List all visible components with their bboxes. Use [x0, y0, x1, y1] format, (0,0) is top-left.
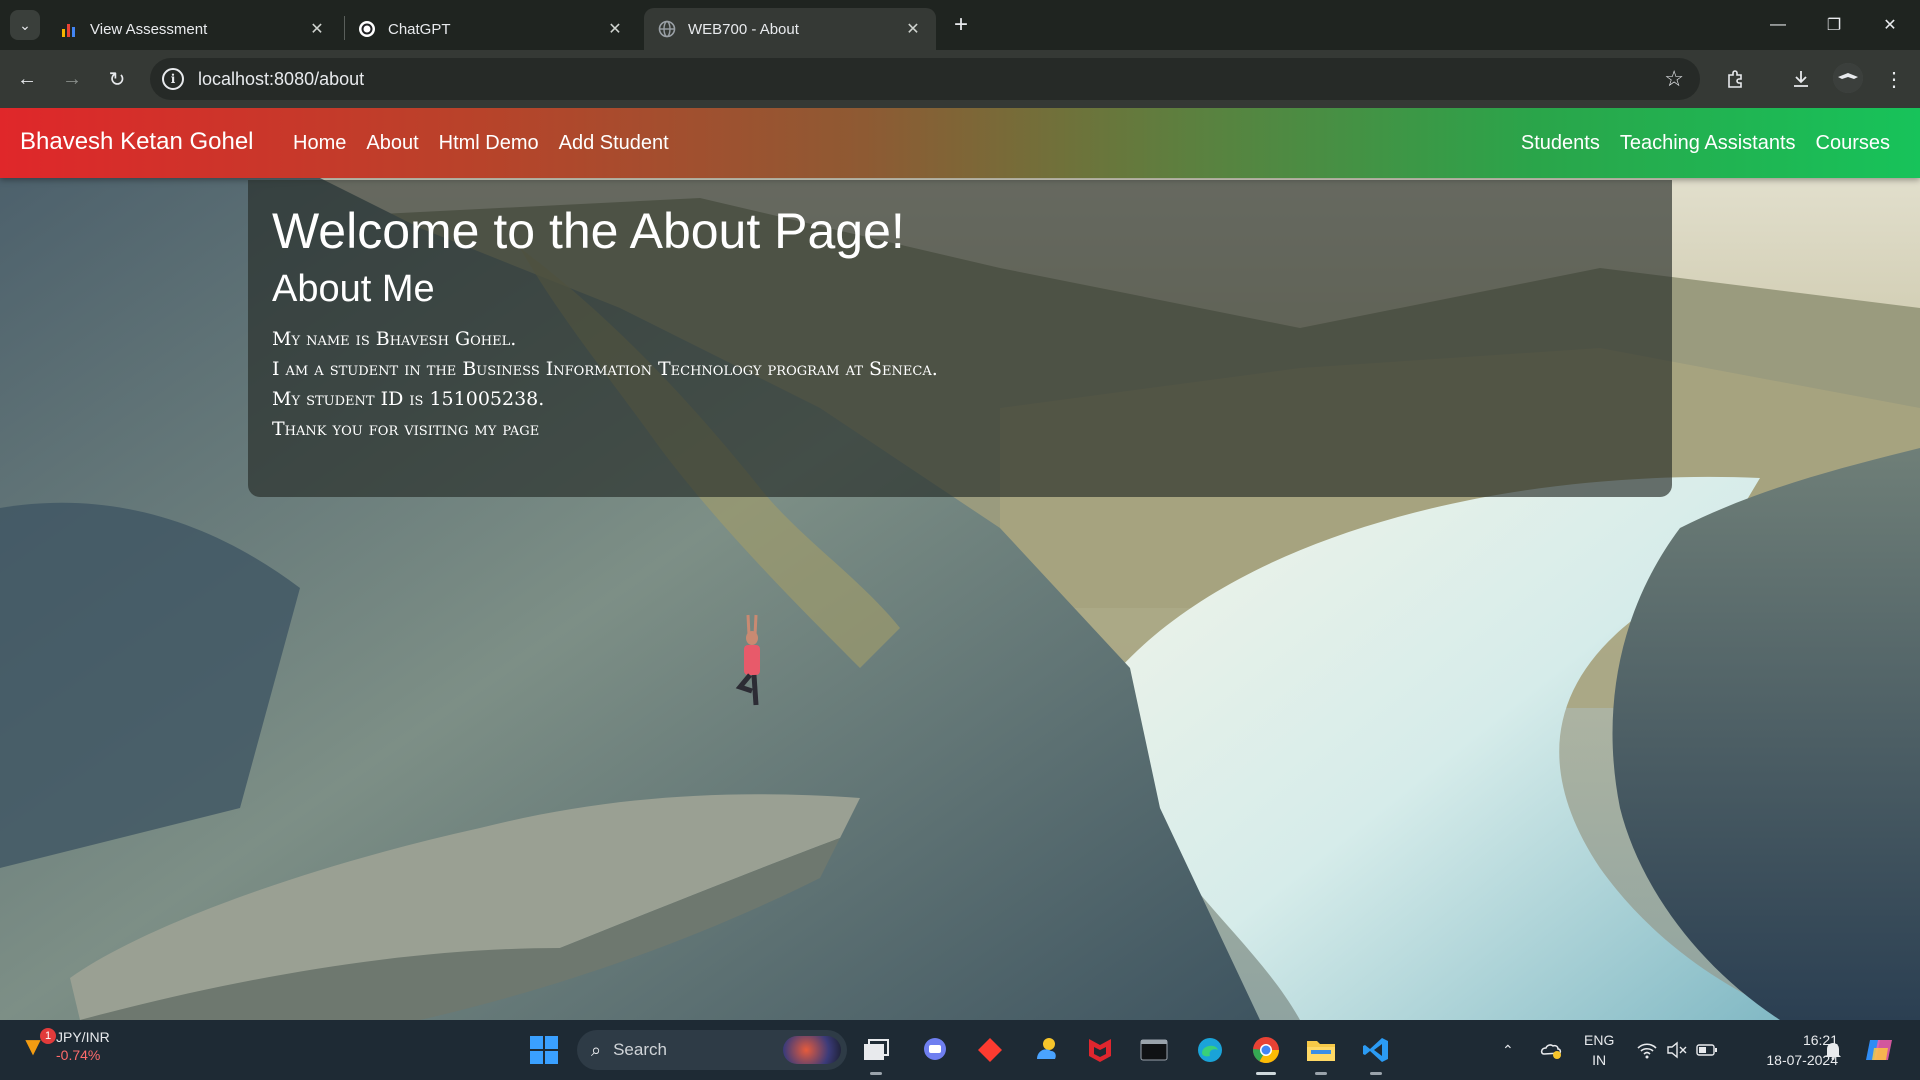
- about-text: My name is Bhavesh Gohel. I am a student…: [272, 324, 1648, 444]
- minimize-button[interactable]: —: [1750, 0, 1806, 50]
- close-window-button[interactable]: ✕: [1862, 0, 1918, 50]
- site-brand[interactable]: Bhavesh Ketan Gohel: [20, 128, 254, 156]
- copilot-icon[interactable]: [1864, 1020, 1894, 1080]
- volume-muted-icon[interactable]: [1666, 1020, 1688, 1080]
- language-indicator[interactable]: ENG IN: [1584, 1030, 1614, 1070]
- search-placeholder: Search: [613, 1040, 667, 1059]
- browser-toolbar: ← → ↻ i localhost:8080/about ☆ ⋮: [0, 50, 1920, 108]
- currency-pair: JPY/INR: [56, 1029, 110, 1045]
- nav-about-link[interactable]: About: [366, 132, 418, 155]
- weather-app-icon[interactable]: [1028, 1032, 1064, 1068]
- tab-search-chevron-icon[interactable]: ⌄: [10, 10, 40, 40]
- tab-view-assessment[interactable]: View Assessment ✕: [46, 8, 340, 50]
- chatgpt-icon: [358, 20, 376, 38]
- close-icon[interactable]: ✕: [308, 20, 326, 38]
- search-icon: ⌕: [591, 1039, 602, 1060]
- tab-title: View Assessment: [90, 20, 208, 38]
- taskbar: ▼ 1 JPY/INR -0.74% ⌕ Search ⌃ ENG IN 16:…: [0, 1020, 1920, 1080]
- new-tab-button[interactable]: +: [948, 11, 974, 38]
- tab-title: ChatGPT: [388, 20, 451, 38]
- nav-teaching-assistants-link[interactable]: Teaching Assistants: [1620, 132, 1796, 155]
- terminal-icon[interactable]: [1136, 1032, 1172, 1068]
- currency-widget[interactable]: ▼ 1 JPY/INR -0.74%: [20, 1028, 110, 1064]
- download-icon[interactable]: [1786, 64, 1816, 94]
- taskbar-search[interactable]: ⌕ Search: [577, 1030, 847, 1070]
- nav-students-link[interactable]: Students: [1521, 132, 1600, 155]
- nav-home-link[interactable]: Home: [293, 132, 346, 155]
- menu-kebab-icon[interactable]: ⋮: [1879, 64, 1909, 94]
- site-navbar: Bhavesh Ketan Gohel Home About Html Demo…: [0, 108, 1920, 178]
- tab-title: WEB700 - About: [688, 20, 799, 38]
- forward-button[interactable]: →: [57, 64, 87, 94]
- currency-change: -0.74%: [56, 1047, 101, 1063]
- mcafee-icon[interactable]: [1082, 1032, 1118, 1068]
- tab-chatgpt[interactable]: ChatGPT ✕: [344, 8, 638, 50]
- vscode-icon[interactable]: [1358, 1032, 1394, 1075]
- tab-strip: ⌄ View Assessment ✕ ChatGPT ✕ WEB700 - A…: [0, 0, 1920, 50]
- close-icon[interactable]: ✕: [904, 20, 922, 38]
- bar-chart-icon: [60, 20, 78, 38]
- edge-browser-icon[interactable]: [1192, 1032, 1228, 1068]
- region-code: IN: [1592, 1052, 1607, 1068]
- close-icon[interactable]: ✕: [606, 20, 624, 38]
- page-title: Welcome to the About Page!: [272, 203, 905, 259]
- onedrive-warning-icon[interactable]: [1540, 1020, 1564, 1080]
- profile-avatar[interactable]: [1833, 63, 1863, 93]
- language-code: ENG: [1584, 1032, 1615, 1048]
- nav-html-demo-link[interactable]: Html Demo: [439, 132, 539, 155]
- nav-right: Students Teaching Assistants Courses: [1521, 132, 1890, 155]
- wifi-icon[interactable]: [1636, 1020, 1658, 1080]
- about-line-thanks: Thank you for visiting my page: [272, 418, 540, 440]
- about-line-name: My name is Bhavesh Gohel.: [272, 328, 517, 350]
- teams-chat-icon[interactable]: [917, 1032, 953, 1068]
- windows-start-icon[interactable]: [530, 1036, 558, 1064]
- nav-left: Home About Html Demo Add Student: [293, 132, 669, 155]
- notification-badge: 1: [40, 1028, 56, 1044]
- file-explorer-icon[interactable]: [1303, 1032, 1339, 1075]
- url-text[interactable]: localhost:8080/about: [198, 69, 364, 90]
- about-panel: Welcome to the About Page! About Me My n…: [248, 180, 1672, 497]
- bookmark-star-icon[interactable]: ☆: [1664, 66, 1684, 92]
- nav-courses-link[interactable]: Courses: [1816, 132, 1890, 155]
- notification-bell-icon[interactable]: [1824, 1020, 1842, 1080]
- tab-web700-about[interactable]: WEB700 - About ✕: [644, 8, 936, 50]
- search-highlight-image: [783, 1036, 841, 1064]
- back-button[interactable]: ←: [12, 64, 42, 94]
- site-info-icon[interactable]: i: [162, 68, 184, 90]
- extensions-icon[interactable]: [1721, 64, 1751, 94]
- task-view-icon[interactable]: [858, 1032, 894, 1075]
- git-client-icon[interactable]: [972, 1032, 1008, 1068]
- page-viewport: Bhavesh Ketan Gohel Home About Html Demo…: [0, 108, 1920, 1020]
- chrome-browser-icon[interactable]: [1248, 1032, 1284, 1075]
- restore-button[interactable]: ❐: [1806, 0, 1862, 50]
- show-hidden-icons-chevron[interactable]: ⌃: [1502, 1020, 1514, 1080]
- nav-add-student-link[interactable]: Add Student: [559, 132, 669, 155]
- about-line-program: I am a student in the Business Informati…: [272, 358, 938, 380]
- about-me-heading: About Me: [272, 268, 435, 310]
- battery-icon[interactable]: [1696, 1020, 1718, 1080]
- globe-icon: [658, 20, 676, 38]
- address-bar[interactable]: i localhost:8080/about ☆: [150, 58, 1700, 100]
- about-line-student-id: My student ID is 151005238.: [272, 388, 545, 410]
- reload-button[interactable]: ↻: [102, 64, 132, 94]
